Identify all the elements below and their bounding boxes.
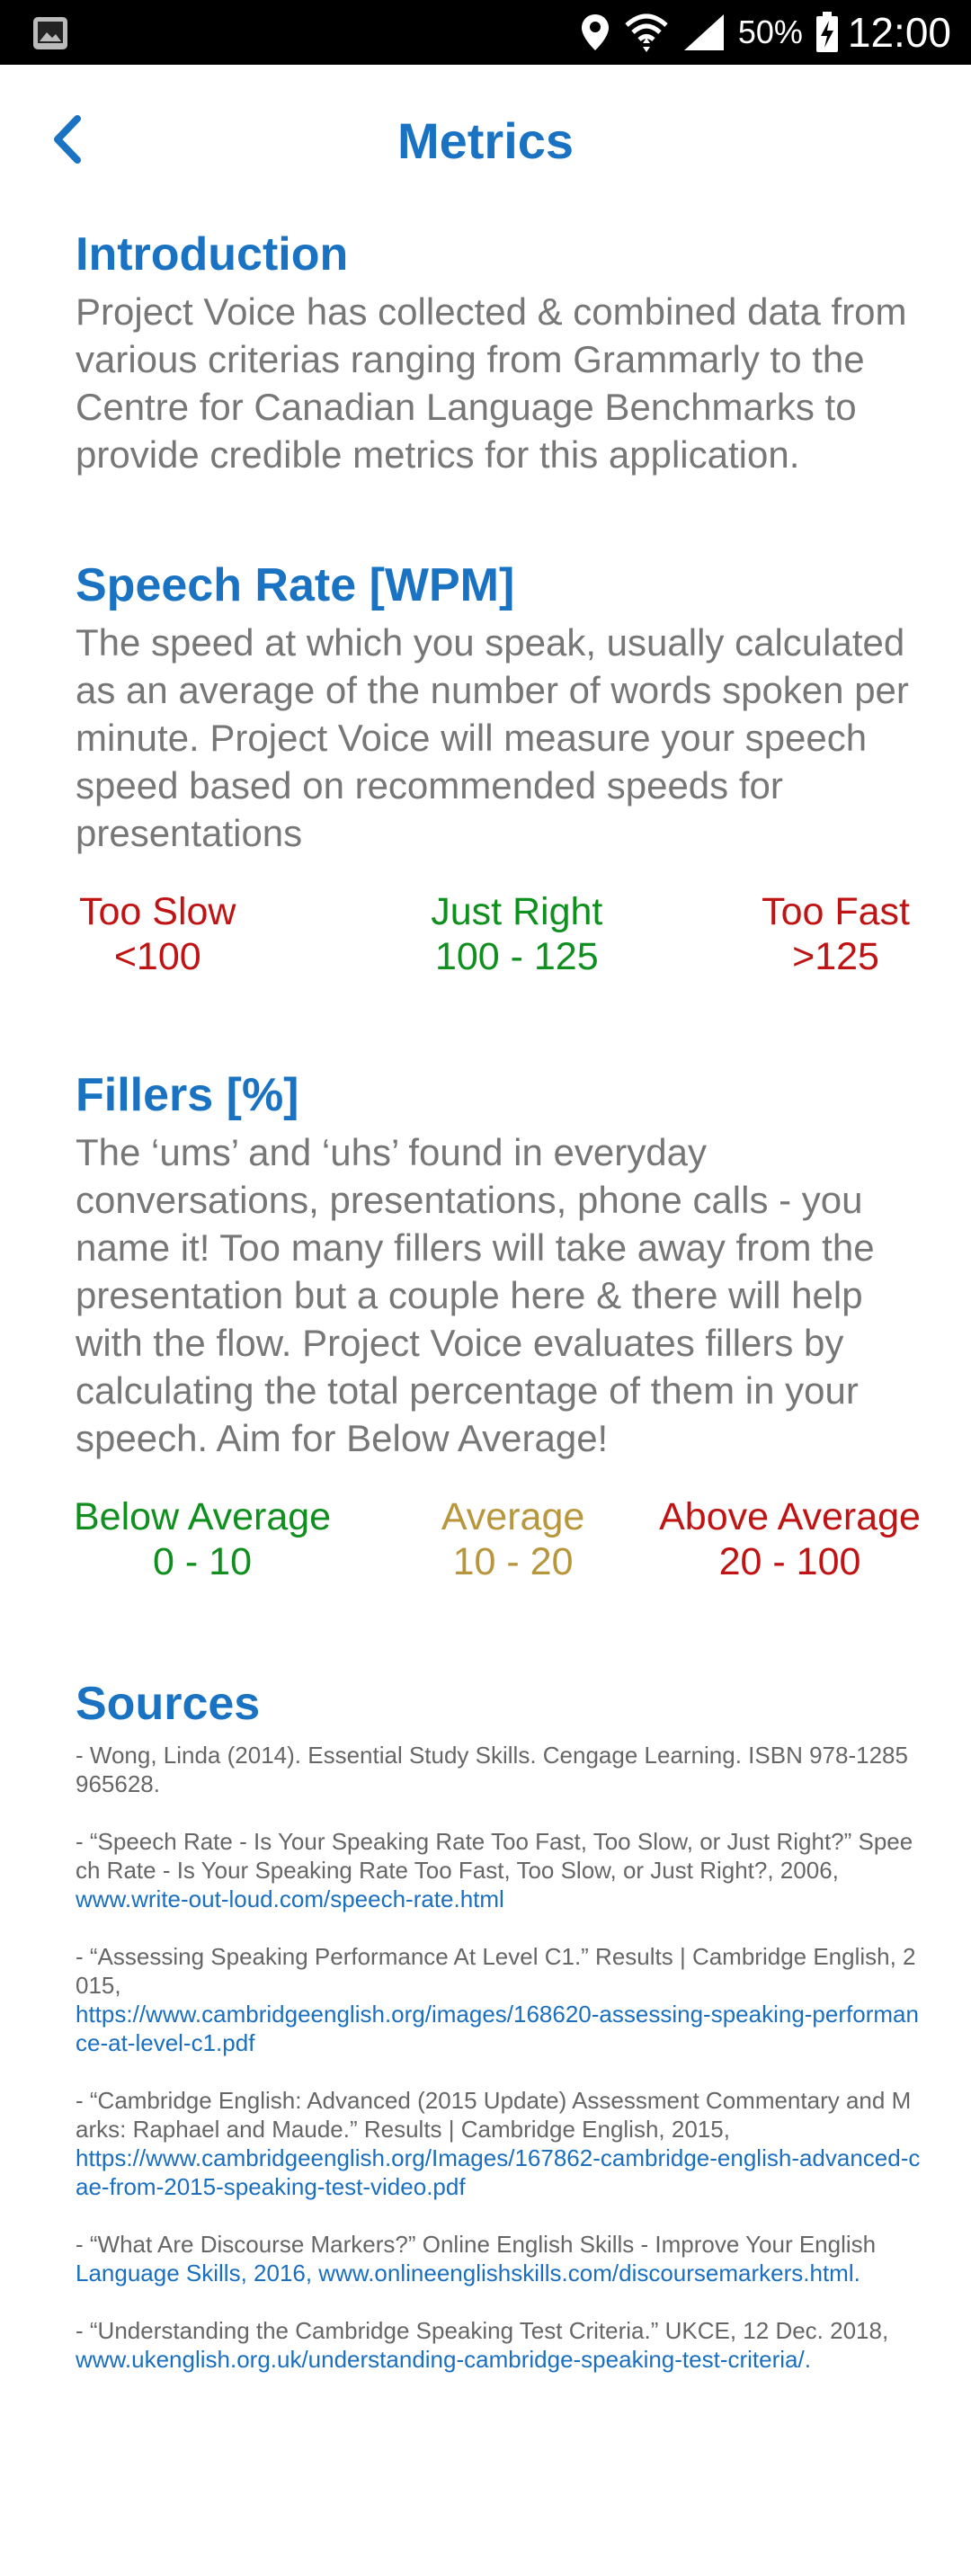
- gallery-notification-icon: [33, 17, 67, 49]
- fillers-text: The ‘ums’ and ‘uhs’ found in everyday co…: [76, 1131, 875, 1459]
- range-label: Average: [441, 1495, 585, 1538]
- source-item: - “Cambridge English: Advanced (2015 Upd…: [76, 2086, 921, 2201]
- range-label: Below Average: [74, 1495, 332, 1538]
- metrics-content: Introduction Project Voice has collected…: [74, 218, 921, 2402]
- location-icon: [581, 14, 609, 50]
- speech-rate-heading: Speech Rate [WPM]: [76, 559, 515, 611]
- speech-rate-section: Speech Rate [WPM] The speed at which you…: [76, 556, 921, 979]
- range-label: Above Average: [659, 1495, 921, 1538]
- range-label: Too Fast: [762, 890, 910, 933]
- range-value: 20 - 100: [718, 1540, 861, 1583]
- source-item: - Wong, Linda (2014). Essential Study Sk…: [76, 1741, 921, 1798]
- introduction-section: Introduction Project Voice has collected…: [76, 225, 921, 478]
- source-link[interactable]: www.ukenglish.org.uk/understanding-cambr…: [76, 2346, 811, 2373]
- source-link[interactable]: https://www.cambridgeenglish.org/Images/…: [76, 2144, 920, 2200]
- battery-percent: 50%: [737, 13, 803, 50]
- source-item: - “Speech Rate - Is Your Speaking Rate T…: [76, 1827, 921, 1913]
- status-bar: 50% 12:00: [0, 0, 971, 65]
- clock: 12:00: [847, 9, 951, 56]
- app-header: Metrics: [0, 65, 971, 218]
- range-average: Average 10 - 20: [441, 1494, 584, 1584]
- range-value: >125: [792, 935, 879, 978]
- range-below-average: Below Average 0 - 10: [74, 1494, 331, 1584]
- source-link[interactable]: Language Skills, 2016, www.onlineenglish…: [76, 2260, 860, 2286]
- source-text: - “Cambridge English: Advanced (2015 Upd…: [76, 2087, 912, 2143]
- signal-icon: [683, 14, 724, 50]
- range-label: Just Right: [431, 890, 603, 933]
- source-text: - “Understanding the Cambridge Speaking …: [76, 2317, 889, 2344]
- introduction-text: Project Voice has collected & combined d…: [76, 290, 907, 476]
- introduction-heading: Introduction: [76, 228, 349, 281]
- fillers-heading: Fillers [%]: [76, 1069, 299, 1121]
- source-text: - “What Are Discourse Markers?” Online E…: [76, 2231, 877, 2258]
- range-value: 100 - 125: [434, 935, 599, 978]
- fillers-section: Fillers [%] The ‘ums’ and ‘uhs’ found in…: [74, 1065, 921, 1584]
- sources-list: - Wong, Linda (2014). Essential Study Sk…: [76, 1741, 921, 2374]
- range-too-fast: Too Fast >125: [762, 889, 910, 979]
- wifi-icon: [625, 13, 668, 52]
- range-label: Too Slow: [79, 890, 236, 933]
- range-value: 10 - 20: [452, 1540, 574, 1583]
- range-too-slow: Too Slow <100: [79, 889, 236, 979]
- source-text: - “Assessing Speaking Performance At Lev…: [76, 1943, 916, 1999]
- status-icons: 50% 12:00: [567, 0, 951, 65]
- source-link[interactable]: https://www.cambridgeenglish.org/images/…: [76, 2001, 919, 2056]
- range-just-right: Just Right 100 - 125: [431, 889, 602, 979]
- range-above-average: Above Average 20 - 100: [659, 1494, 921, 1584]
- source-text: - Wong, Linda (2014). Essential Study Sk…: [76, 1742, 908, 1797]
- speech-rate-text: The speed at which you speak, usually ca…: [76, 621, 909, 854]
- source-item: - “Understanding the Cambridge Speaking …: [76, 2316, 921, 2374]
- source-item: - “Assessing Speaking Performance At Lev…: [76, 1942, 921, 2057]
- fillers-ranges: Below Average 0 - 10 Average 10 - 20 Abo…: [74, 1494, 921, 1584]
- range-value: <100: [113, 935, 201, 978]
- battery-charging-icon: [815, 12, 838, 52]
- source-text: - “Speech Rate - Is Your Speaking Rate T…: [76, 1828, 913, 1884]
- range-value: 0 - 10: [153, 1540, 253, 1583]
- page-title: Metrics: [396, 112, 575, 169]
- source-link[interactable]: www.write-out-loud.com/speech-rate.html: [76, 1885, 504, 1912]
- sources-heading: Sources: [76, 1678, 261, 1730]
- speech-rate-ranges: Too Slow <100 Just Right 100 - 125 Too F…: [76, 889, 921, 979]
- source-item: - “What Are Discourse Markers?” Online E…: [76, 2230, 921, 2287]
- sources-section: Sources - Wong, Linda (2014). Essential …: [76, 1674, 921, 2374]
